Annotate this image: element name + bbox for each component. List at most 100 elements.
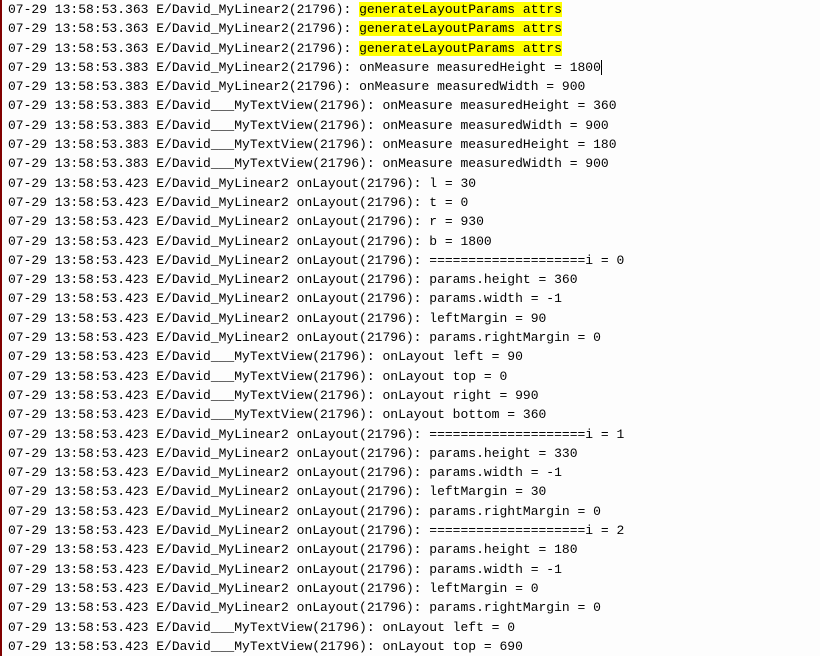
log-line[interactable]: 07-29 13:58:53.383 E/David_MyLinear2(217… — [8, 58, 820, 77]
log-prefix: 07-29 13:58:53.423 E/David_MyLinear2 onL… — [8, 427, 429, 442]
log-message: onMeasure measuredWidth = 900 — [382, 118, 608, 133]
log-prefix: 07-29 13:58:53.383 E/David___MyTextView(… — [8, 118, 382, 133]
log-line[interactable]: 07-29 13:58:53.423 E/David_MyLinear2 onL… — [8, 521, 820, 540]
log-prefix: 07-29 13:58:53.423 E/David_MyLinear2 onL… — [8, 253, 429, 268]
log-line[interactable]: 07-29 13:58:53.423 E/David___MyTextView(… — [8, 386, 820, 405]
log-line[interactable]: 07-29 13:58:53.423 E/David_MyLinear2 onL… — [8, 425, 820, 444]
log-line[interactable]: 07-29 13:58:53.423 E/David_MyLinear2 onL… — [8, 309, 820, 328]
log-line[interactable]: 07-29 13:58:53.363 E/David_MyLinear2(217… — [8, 19, 820, 38]
log-line[interactable]: 07-29 13:58:53.423 E/David_MyLinear2 onL… — [8, 193, 820, 212]
log-message: onMeasure measuredHeight = 180 — [382, 137, 616, 152]
log-prefix: 07-29 13:58:53.423 E/David_MyLinear2 onL… — [8, 311, 429, 326]
log-message: params.rightMargin = 0 — [429, 330, 601, 345]
log-prefix: 07-29 13:58:53.423 E/David_MyLinear2 onL… — [8, 176, 429, 191]
log-message: onLayout top = 690 — [382, 639, 522, 654]
log-line[interactable]: 07-29 13:58:53.383 E/David___MyTextView(… — [8, 116, 820, 135]
log-message: onMeasure measuredHeight = 360 — [382, 98, 616, 113]
log-line[interactable]: 07-29 13:58:53.423 E/David_MyLinear2 onL… — [8, 579, 820, 598]
log-message: params.rightMargin = 0 — [429, 504, 601, 519]
log-prefix: 07-29 13:58:53.363 E/David_MyLinear2(217… — [8, 21, 359, 36]
log-message: generateLayoutParams attrs — [359, 21, 562, 36]
log-message: onLayout right = 990 — [382, 388, 538, 403]
log-message: leftMargin = 90 — [429, 311, 546, 326]
log-line[interactable]: 07-29 13:58:53.363 E/David_MyLinear2(217… — [8, 0, 820, 19]
log-message: onLayout top = 0 — [382, 369, 507, 384]
log-prefix: 07-29 13:58:53.423 E/David_MyLinear2 onL… — [8, 484, 429, 499]
log-message: ====================i = 1 — [429, 427, 624, 442]
log-line[interactable]: 07-29 13:58:53.423 E/David_MyLinear2 onL… — [8, 482, 820, 501]
log-line[interactable]: 07-29 13:58:53.423 E/David_MyLinear2 onL… — [8, 444, 820, 463]
log-prefix: 07-29 13:58:53.363 E/David_MyLinear2(217… — [8, 41, 359, 56]
log-line[interactable]: 07-29 13:58:53.383 E/David___MyTextView(… — [8, 154, 820, 173]
log-message: generateLayoutParams attrs — [359, 2, 562, 17]
log-message: params.width = -1 — [429, 562, 562, 577]
log-line[interactable]: 07-29 13:58:53.423 E/David_MyLinear2 onL… — [8, 328, 820, 347]
log-message: params.height = 180 — [429, 542, 577, 557]
log-prefix: 07-29 13:58:53.423 E/David_MyLinear2 onL… — [8, 542, 429, 557]
log-message: onMeasure measuredHeight = 1800 — [359, 60, 601, 75]
log-prefix: 07-29 13:58:53.423 E/David_MyLinear2 onL… — [8, 465, 429, 480]
log-prefix: 07-29 13:58:53.383 E/David_MyLinear2(217… — [8, 79, 359, 94]
log-message: leftMargin = 0 — [429, 581, 538, 596]
log-prefix: 07-29 13:58:53.423 E/David___MyTextView(… — [8, 388, 382, 403]
log-message: leftMargin = 30 — [429, 484, 546, 499]
log-prefix: 07-29 13:58:53.423 E/David_MyLinear2 onL… — [8, 562, 429, 577]
log-line[interactable]: 07-29 13:58:53.423 E/David_MyLinear2 onL… — [8, 212, 820, 231]
log-line[interactable]: 07-29 13:58:53.383 E/David___MyTextView(… — [8, 96, 820, 115]
log-message: onLayout bottom = 360 — [382, 407, 546, 422]
log-prefix: 07-29 13:58:53.423 E/David_MyLinear2 onL… — [8, 600, 429, 615]
log-message: ====================i = 0 — [429, 253, 624, 268]
log-prefix: 07-29 13:58:53.423 E/David___MyTextView(… — [8, 407, 382, 422]
log-line[interactable]: 07-29 13:58:53.423 E/David_MyLinear2 onL… — [8, 502, 820, 521]
log-prefix: 07-29 13:58:53.423 E/David___MyTextView(… — [8, 639, 382, 654]
log-prefix: 07-29 13:58:53.423 E/David_MyLinear2 onL… — [8, 272, 429, 287]
log-prefix: 07-29 13:58:53.423 E/David___MyTextView(… — [8, 369, 382, 384]
log-prefix: 07-29 13:58:53.423 E/David___MyTextView(… — [8, 349, 382, 364]
log-message: onMeasure measuredWidth = 900 — [382, 156, 608, 171]
log-prefix: 07-29 13:58:53.363 E/David_MyLinear2(217… — [8, 2, 359, 17]
log-line[interactable]: 07-29 13:58:53.423 E/David___MyTextView(… — [8, 405, 820, 424]
log-prefix: 07-29 13:58:53.423 E/David_MyLinear2 onL… — [8, 195, 429, 210]
log-line[interactable]: 07-29 13:58:53.423 E/David_MyLinear2 onL… — [8, 174, 820, 193]
log-line[interactable]: 07-29 13:58:53.423 E/David_MyLinear2 onL… — [8, 289, 820, 308]
log-prefix: 07-29 13:58:53.423 E/David_MyLinear2 onL… — [8, 234, 429, 249]
log-line[interactable]: 07-29 13:58:53.423 E/David_MyLinear2 onL… — [8, 560, 820, 579]
log-message: r = 930 — [429, 214, 484, 229]
log-message: params.height = 330 — [429, 446, 577, 461]
log-message: onLayout left = 90 — [382, 349, 522, 364]
log-prefix: 07-29 13:58:53.423 E/David_MyLinear2 onL… — [8, 581, 429, 596]
text-caret — [601, 60, 602, 75]
log-line[interactable]: 07-29 13:58:53.423 E/David_MyLinear2 onL… — [8, 232, 820, 251]
log-prefix: 07-29 13:58:53.423 E/David_MyLinear2 onL… — [8, 291, 429, 306]
log-prefix: 07-29 13:58:53.383 E/David_MyLinear2(217… — [8, 60, 359, 75]
log-line[interactable]: 07-29 13:58:53.423 E/David_MyLinear2 onL… — [8, 270, 820, 289]
log-line[interactable]: 07-29 13:58:53.423 E/David_MyLinear2 onL… — [8, 598, 820, 617]
log-prefix: 07-29 13:58:53.423 E/David_MyLinear2 onL… — [8, 504, 429, 519]
log-message: t = 0 — [429, 195, 468, 210]
log-message: params.height = 360 — [429, 272, 577, 287]
log-prefix: 07-29 13:58:53.423 E/David_MyLinear2 onL… — [8, 214, 429, 229]
log-line[interactable]: 07-29 13:58:53.363 E/David_MyLinear2(217… — [8, 39, 820, 58]
log-line[interactable]: 07-29 13:58:53.423 E/David_MyLinear2 onL… — [8, 251, 820, 270]
log-viewport[interactable]: 07-29 13:58:53.363 E/David_MyLinear2(217… — [0, 0, 820, 656]
log-prefix: 07-29 13:58:53.383 E/David___MyTextView(… — [8, 98, 382, 113]
log-line[interactable]: 07-29 13:58:53.423 E/David___MyTextView(… — [8, 618, 820, 637]
log-message: onMeasure measuredWidth = 900 — [359, 79, 585, 94]
log-prefix: 07-29 13:58:53.423 E/David___MyTextView(… — [8, 620, 382, 635]
log-message: generateLayoutParams attrs — [359, 41, 562, 56]
log-line[interactable]: 07-29 13:58:53.423 E/David___MyTextView(… — [8, 347, 820, 366]
log-line[interactable]: 07-29 13:58:53.423 E/David___MyTextView(… — [8, 367, 820, 386]
log-line[interactable]: 07-29 13:58:53.383 E/David___MyTextView(… — [8, 135, 820, 154]
log-line[interactable]: 07-29 13:58:53.423 E/David___MyTextView(… — [8, 637, 820, 656]
log-line[interactable]: 07-29 13:58:53.423 E/David_MyLinear2 onL… — [8, 540, 820, 559]
log-prefix: 07-29 13:58:53.423 E/David_MyLinear2 onL… — [8, 523, 429, 538]
log-message: b = 1800 — [429, 234, 491, 249]
log-line[interactable]: 07-29 13:58:53.383 E/David_MyLinear2(217… — [8, 77, 820, 96]
log-prefix: 07-29 13:58:53.383 E/David___MyTextView(… — [8, 156, 382, 171]
log-prefix: 07-29 13:58:53.383 E/David___MyTextView(… — [8, 137, 382, 152]
log-message: params.width = -1 — [429, 291, 562, 306]
log-prefix: 07-29 13:58:53.423 E/David_MyLinear2 onL… — [8, 330, 429, 345]
log-line[interactable]: 07-29 13:58:53.423 E/David_MyLinear2 onL… — [8, 463, 820, 482]
log-message: params.width = -1 — [429, 465, 562, 480]
log-message: l = 30 — [429, 176, 476, 191]
